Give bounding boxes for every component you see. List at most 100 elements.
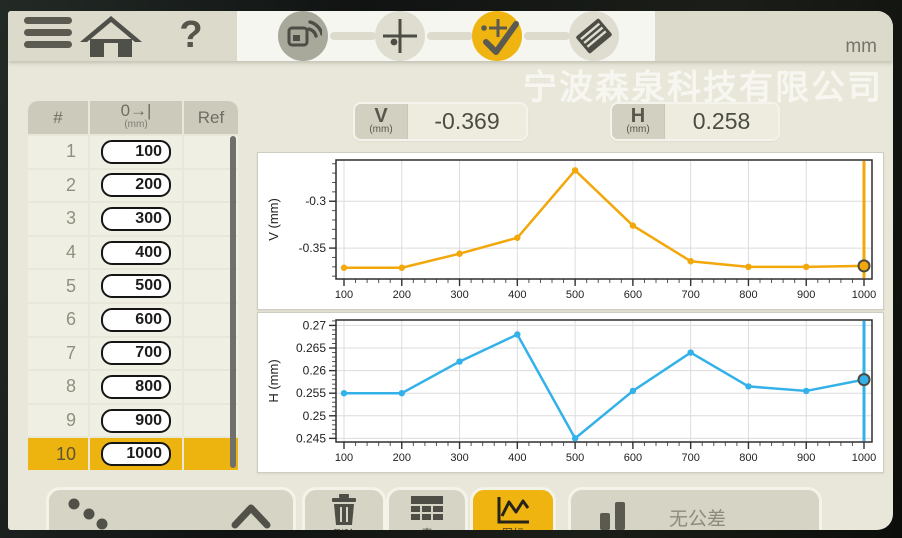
home-icon bbox=[78, 15, 144, 57]
svg-text:0.25: 0.25 bbox=[303, 409, 327, 423]
svg-text:600: 600 bbox=[624, 289, 642, 301]
svg-text:V (mm): V (mm) bbox=[266, 198, 281, 241]
svg-text:600: 600 bbox=[624, 452, 642, 464]
distance-input[interactable]: 100 bbox=[101, 140, 171, 164]
v-readout-value: -0.369 bbox=[407, 104, 526, 139]
watermark-text: 宁波森泉科技有限公司 bbox=[523, 60, 883, 109]
workflow-step-measure[interactable] bbox=[472, 11, 522, 61]
svg-text:200: 200 bbox=[393, 289, 411, 301]
row-number: 7 bbox=[28, 338, 88, 370]
svg-text:1000: 1000 bbox=[852, 289, 876, 301]
h-readout-value: 0.258 bbox=[664, 104, 778, 139]
help-button[interactable]: ? bbox=[174, 12, 208, 58]
row-number: 6 bbox=[28, 304, 88, 336]
row-number: 5 bbox=[28, 270, 88, 302]
chevron-up-icon bbox=[231, 503, 271, 529]
delete-button[interactable]: 删除 bbox=[302, 487, 386, 530]
v-chart[interactable]: 1002003004005006007008009001000-0.3-0.35… bbox=[258, 153, 883, 309]
workflow-step-target[interactable] bbox=[375, 11, 425, 61]
table-row[interactable]: 5 500 bbox=[28, 270, 240, 302]
table-row[interactable]: 7 700 bbox=[28, 338, 240, 370]
svg-text:900: 900 bbox=[797, 289, 815, 301]
svg-text:H (mm): H (mm) bbox=[266, 359, 281, 402]
svg-text:0.26: 0.26 bbox=[303, 364, 327, 378]
workflow-step-device[interactable] bbox=[278, 11, 328, 61]
row-number: 1 bbox=[28, 136, 88, 168]
svg-text:400: 400 bbox=[508, 452, 526, 464]
chart-view-button-label: 图标 bbox=[502, 525, 524, 530]
table-row[interactable]: 3300 bbox=[28, 203, 240, 235]
distance-input[interactable]: 500 bbox=[101, 274, 171, 298]
table-row[interactable]: 1 100 bbox=[28, 136, 240, 168]
table-view-button-label: 表 bbox=[422, 525, 433, 530]
menu-button[interactable] bbox=[24, 17, 72, 55]
report-icon bbox=[572, 14, 616, 58]
row-number: 10 bbox=[28, 438, 88, 470]
table-scrollbar[interactable] bbox=[230, 136, 236, 468]
column-header-ref: Ref bbox=[184, 101, 238, 134]
column-header-number: # bbox=[28, 101, 88, 134]
svg-text:700: 700 bbox=[681, 452, 699, 464]
h-readout: H (mm) 0.258 bbox=[612, 104, 778, 139]
table-row[interactable]: 8 800 bbox=[28, 371, 240, 403]
row-number: 8 bbox=[28, 371, 88, 403]
row-number: 9 bbox=[28, 405, 88, 437]
tolerance-button[interactable]: 无公差 bbox=[568, 487, 822, 530]
line-chart-icon bbox=[495, 495, 531, 525]
table-row[interactable]: 4 400 bbox=[28, 237, 240, 269]
table-view-button[interactable]: 表 bbox=[386, 487, 468, 530]
svg-text:0.255: 0.255 bbox=[296, 386, 326, 400]
distance-input[interactable]: 700 bbox=[101, 341, 171, 365]
svg-text:700: 700 bbox=[681, 289, 699, 301]
svg-text:300: 300 bbox=[450, 452, 468, 464]
svg-text:800: 800 bbox=[739, 289, 757, 301]
svg-text:0.265: 0.265 bbox=[296, 341, 326, 355]
table-icon bbox=[410, 495, 444, 525]
svg-text:-0.3: -0.3 bbox=[305, 194, 326, 208]
bar-chart-icon bbox=[591, 498, 635, 530]
distance-input[interactable]: 600 bbox=[101, 308, 171, 332]
home-button[interactable] bbox=[78, 15, 144, 57]
workflow-connector bbox=[427, 32, 473, 40]
svg-text:0.27: 0.27 bbox=[303, 318, 327, 332]
distance-input[interactable]: 200 bbox=[101, 173, 171, 197]
svg-text:900: 900 bbox=[797, 452, 815, 464]
distance-input[interactable]: 1000 bbox=[101, 442, 171, 466]
distance-input[interactable]: 300 bbox=[101, 207, 171, 231]
v-readout: V (mm) -0.369 bbox=[355, 104, 526, 139]
distance-input[interactable]: 400 bbox=[101, 241, 171, 265]
table-row[interactable]: 9 900 bbox=[28, 405, 240, 437]
row-number: 2 bbox=[28, 170, 88, 202]
table-row[interactable]: 2 200 bbox=[28, 170, 240, 202]
v-chart-panel: 1002003004005006007008009001000-0.3-0.35… bbox=[257, 152, 884, 310]
hamburger-icon bbox=[24, 17, 72, 24]
svg-text:1000: 1000 bbox=[852, 452, 876, 464]
v-readout-label: V (mm) bbox=[355, 104, 407, 139]
trash-icon bbox=[329, 494, 359, 526]
table-body: 1100220033004400550066007700880099001010… bbox=[28, 136, 240, 470]
workflow-connector bbox=[330, 32, 376, 40]
crosshair-icon bbox=[378, 14, 422, 58]
row-number: 4 bbox=[28, 237, 88, 269]
h-chart[interactable]: 10020030040050060070080090010000.270.265… bbox=[258, 313, 883, 472]
table-row[interactable]: 10 1000 bbox=[28, 438, 240, 470]
svg-text:100: 100 bbox=[335, 289, 353, 301]
workflow-step-report[interactable] bbox=[569, 11, 619, 61]
laser-device-icon bbox=[284, 17, 322, 55]
unit-label: mm bbox=[845, 36, 877, 58]
svg-text:500: 500 bbox=[566, 452, 584, 464]
svg-text:300: 300 bbox=[450, 289, 468, 301]
measure-points-expander[interactable] bbox=[46, 487, 296, 530]
table-row[interactable]: 6 600 bbox=[28, 304, 240, 336]
workflow-connector bbox=[524, 32, 570, 40]
tolerance-button-label: 无公差 bbox=[669, 504, 726, 531]
table-header: # 0→| (mm) Ref bbox=[28, 101, 240, 134]
svg-text:0.245: 0.245 bbox=[296, 431, 326, 445]
h-chart-panel: 10020030040050060070080090010000.270.265… bbox=[257, 312, 884, 473]
chart-view-button[interactable]: 图标 bbox=[470, 487, 556, 530]
svg-text:100: 100 bbox=[335, 452, 353, 464]
svg-text:-0.35: -0.35 bbox=[299, 241, 327, 255]
distance-input[interactable]: 900 bbox=[101, 409, 171, 433]
svg-text:800: 800 bbox=[739, 452, 757, 464]
distance-input[interactable]: 800 bbox=[101, 375, 171, 399]
